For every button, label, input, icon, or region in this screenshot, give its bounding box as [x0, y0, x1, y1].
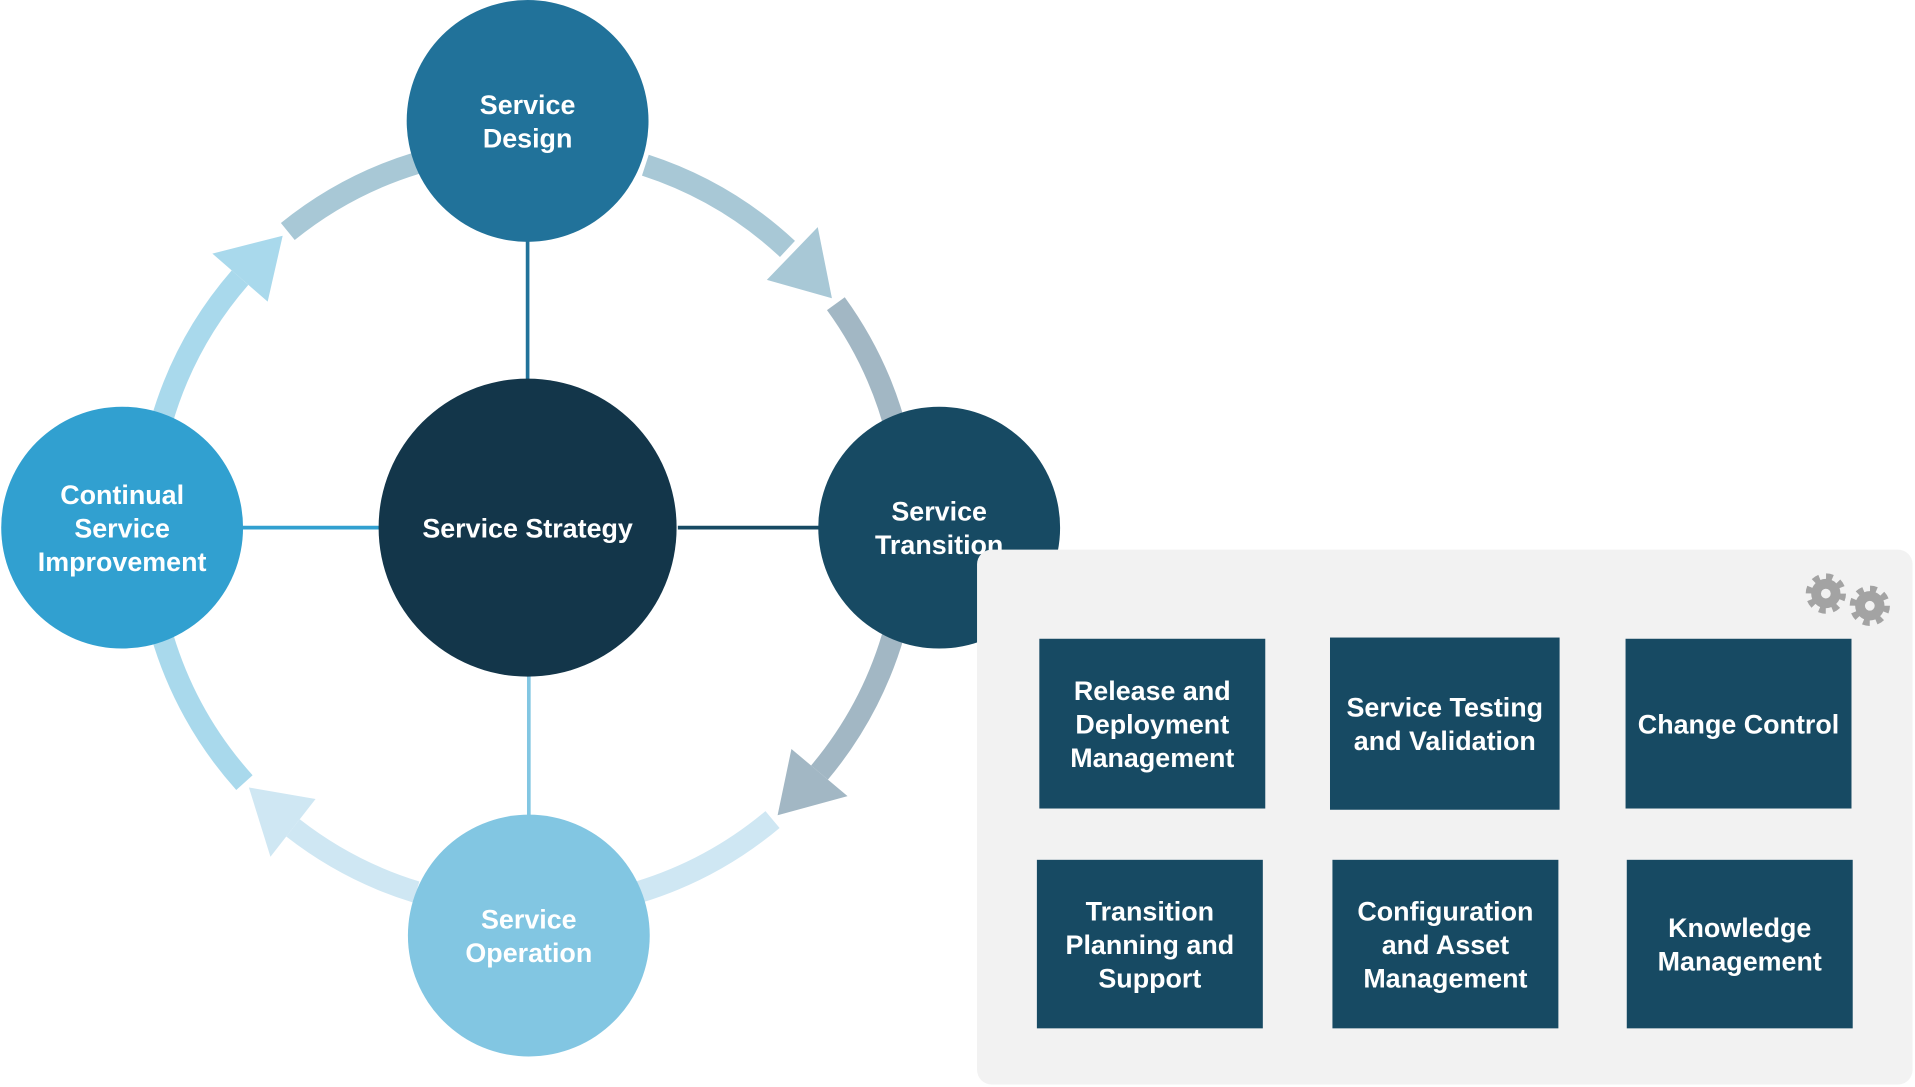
arc-csi-to-design: [150, 270, 249, 426]
node-label: Design: [483, 123, 573, 153]
node-label: Management: [1070, 743, 1234, 773]
node-label: and Validation: [1354, 726, 1536, 756]
node-label: Deployment: [1075, 709, 1229, 739]
node-label: Planning and: [1066, 930, 1235, 960]
node-label: Management: [1658, 947, 1822, 977]
service-transition-processes-panel: Release andDeployment Management Service T…: [977, 549, 1913, 1085]
node-label: Service Testing: [1347, 693, 1544, 723]
process-box[interactable]: Transition Planning andSupport: [1036, 859, 1263, 1029]
arc-csi-to-design: [280, 152, 420, 241]
node-label: Operation: [465, 938, 592, 968]
node-design[interactable]: ServiceDesign: [406, 0, 649, 242]
arc-design-to-transition: [826, 297, 908, 439]
node-label: Transition: [1086, 896, 1214, 926]
node-label: Service: [74, 513, 170, 543]
arc-transition-to-operation: [811, 617, 908, 780]
node-service-strategy[interactable]: Service Strategy: [378, 378, 677, 677]
node-label: Service: [891, 497, 987, 527]
arc-operation-to-csi: [286, 819, 420, 903]
node-label: Service: [480, 90, 576, 120]
arc-design-to-transition: [641, 154, 795, 258]
node-label: Knowledge: [1668, 913, 1811, 943]
node-label: Support: [1098, 963, 1201, 993]
node-label: Continual: [60, 480, 184, 510]
node-label: Management: [1363, 963, 1527, 993]
node-label: Release and: [1074, 676, 1231, 706]
process-box[interactable]: Release andDeployment Management: [1039, 638, 1266, 809]
node-operation[interactable]: ServiceOperation: [407, 814, 650, 1057]
process-box[interactable]: Service Testingand Validation: [1329, 637, 1560, 810]
itil-lifecycle-diagram: Service StrategyServiceDesignServiceTran…: [1, 0, 1913, 1085]
node-circle: [407, 814, 650, 1057]
node-label: Improvement: [38, 547, 207, 577]
node-label: Service: [481, 905, 577, 935]
node-circle: [406, 0, 649, 242]
node-label: Configuration: [1357, 896, 1533, 926]
node-csi[interactable]: ContinualService Improvement: [1, 406, 244, 649]
node-label: Change Control: [1638, 709, 1839, 739]
process-box[interactable]: Change Control: [1625, 638, 1852, 809]
arc-operation-to-csi: [150, 629, 253, 790]
arc-transition-to-operation: [635, 811, 780, 903]
process-box[interactable]: Knowledge Management: [1626, 859, 1853, 1029]
process-box[interactable]: Configuration and AssetManagement: [1332, 859, 1559, 1029]
lifecycle-nodes: Service StrategyServiceDesignServiceTran…: [1, 0, 1061, 1057]
node-label: and Asset: [1382, 930, 1509, 960]
node-label: Service Strategy: [422, 513, 633, 543]
